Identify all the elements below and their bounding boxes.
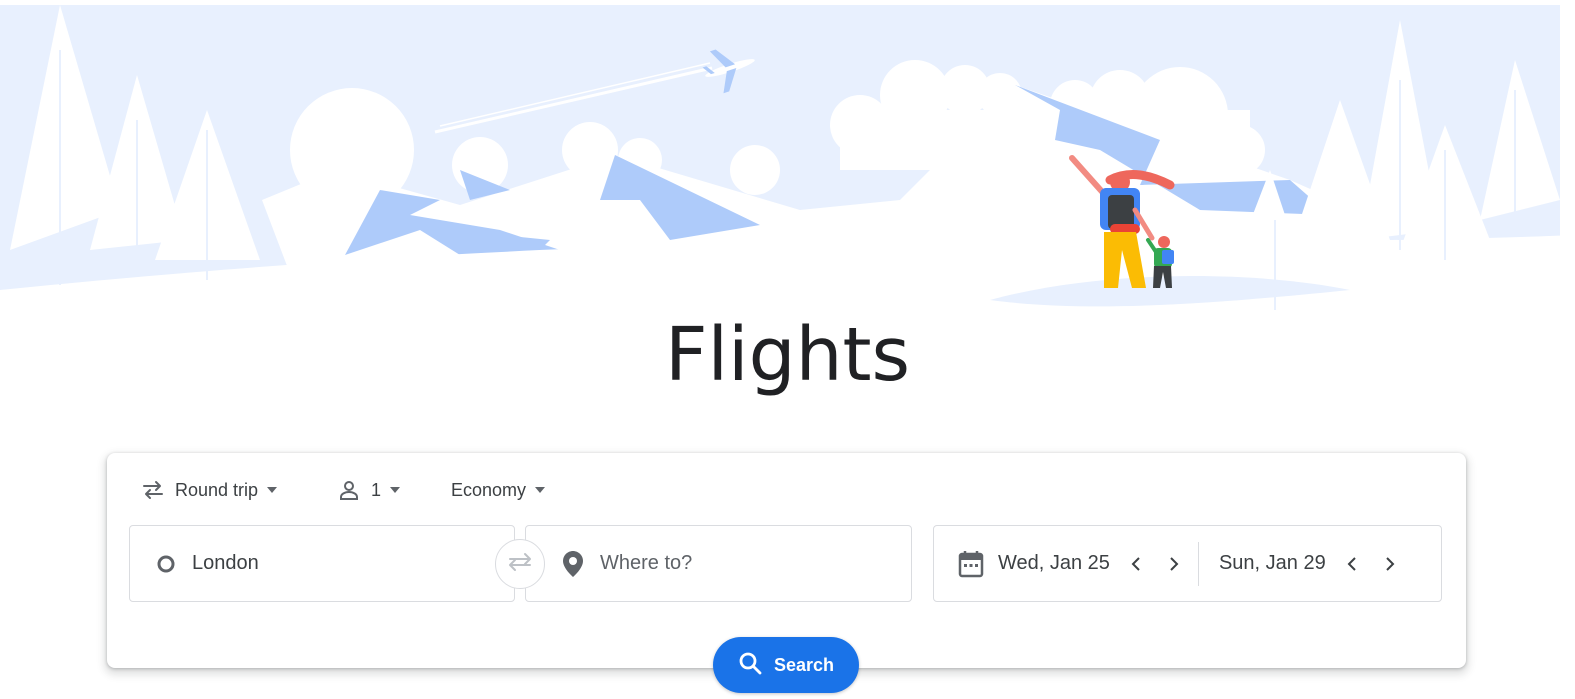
destination-input[interactable] (600, 552, 870, 575)
swap-locations-button[interactable] (495, 539, 545, 589)
person-icon (337, 478, 361, 502)
hero-illustration (0, 0, 1575, 330)
passengers-dropdown[interactable]: 1 (337, 475, 401, 505)
date-divider (1197, 541, 1199, 586)
cabin-class-label: Economy (451, 479, 527, 500)
trip-type-dropdown[interactable]: Round trip (141, 475, 278, 505)
chevron-right-icon (1385, 556, 1395, 571)
origin-circle-icon (156, 554, 176, 574)
departure-date[interactable]: Wed, Jan 25 (998, 552, 1110, 575)
passenger-count: 1 (371, 479, 382, 500)
return-prev-button[interactable] (1336, 544, 1368, 584)
chevron-left-icon (1131, 556, 1140, 571)
chevron-right-icon (1170, 556, 1179, 571)
search-button-label: Search (773, 654, 835, 675)
flight-search-card: Round trip 1 Economy London Where to? We… (107, 453, 1466, 668)
origin-field[interactable]: London (129, 525, 515, 602)
destination-field[interactable] (525, 525, 912, 602)
cabin-class-dropdown[interactable]: Economy (441, 475, 546, 505)
page-title: Flights (664, 312, 911, 398)
chevron-down-icon (266, 486, 278, 494)
swap-arrows-icon (141, 478, 165, 502)
search-button[interactable]: Search (713, 637, 859, 693)
swap-arrows-icon (506, 550, 534, 579)
location-pin-icon (562, 550, 584, 578)
chevron-left-icon (1347, 556, 1356, 571)
calendar-icon (958, 550, 984, 578)
chevron-down-icon (389, 486, 401, 494)
chevron-down-icon (534, 486, 546, 494)
search-icon (738, 651, 762, 680)
date-range-field[interactable]: Wed, Jan 25 Sun, Jan 29 (933, 525, 1442, 602)
return-next-button[interactable] (1374, 544, 1406, 584)
origin-value: London (192, 552, 259, 574)
return-date[interactable]: Sun, Jan 29 (1219, 552, 1326, 575)
departure-next-button[interactable] (1158, 544, 1190, 584)
departure-prev-button[interactable] (1120, 544, 1152, 584)
trip-type-label: Round trip (175, 479, 259, 500)
